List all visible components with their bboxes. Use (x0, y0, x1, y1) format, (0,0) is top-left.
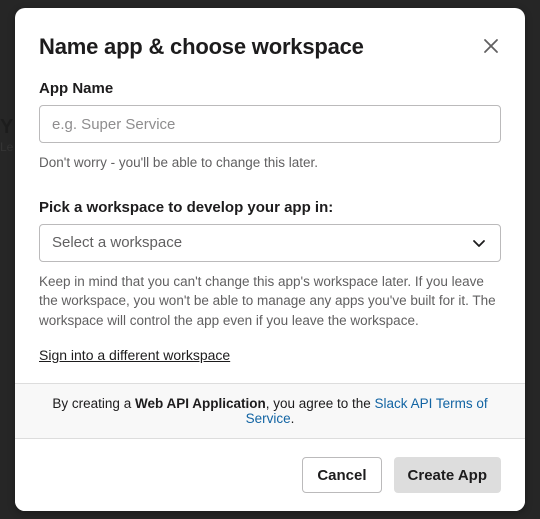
app-name-group: App Name Don't worry - you'll be able to… (39, 80, 501, 173)
modal-header: Name app & choose workspace (15, 8, 525, 60)
cancel-button[interactable]: Cancel (302, 457, 381, 493)
create-app-modal: Name app & choose workspace App Name Don… (15, 8, 525, 511)
terms-suffix: . (291, 411, 295, 426)
create-app-button[interactable]: Create App (394, 457, 501, 493)
workspace-group: Pick a workspace to develop your app in:… (39, 199, 501, 366)
close-button[interactable] (481, 36, 501, 56)
workspace-label: Pick a workspace to develop your app in: (39, 199, 501, 216)
terms-bar: By creating a Web API Application, you a… (15, 383, 525, 439)
workspace-select-value: Select a workspace (52, 234, 470, 251)
close-icon (483, 42, 499, 57)
app-name-input[interactable] (39, 105, 501, 143)
terms-middle: , you agree to the (266, 396, 375, 411)
terms-bold: Web API Application (135, 396, 266, 411)
app-name-help: Don't worry - you'll be able to change t… (39, 153, 501, 173)
modal-footer: Cancel Create App (15, 439, 525, 511)
signin-workspace-link[interactable]: Sign into a different workspace (39, 345, 230, 365)
terms-prefix: By creating a (52, 396, 135, 411)
modal-body: App Name Don't worry - you'll be able to… (15, 60, 525, 383)
modal-title: Name app & choose workspace (39, 34, 364, 60)
app-name-label: App Name (39, 80, 501, 97)
chevron-down-icon (470, 234, 488, 252)
workspace-help: Keep in mind that you can't change this … (39, 272, 501, 331)
workspace-select[interactable]: Select a workspace (39, 224, 501, 262)
